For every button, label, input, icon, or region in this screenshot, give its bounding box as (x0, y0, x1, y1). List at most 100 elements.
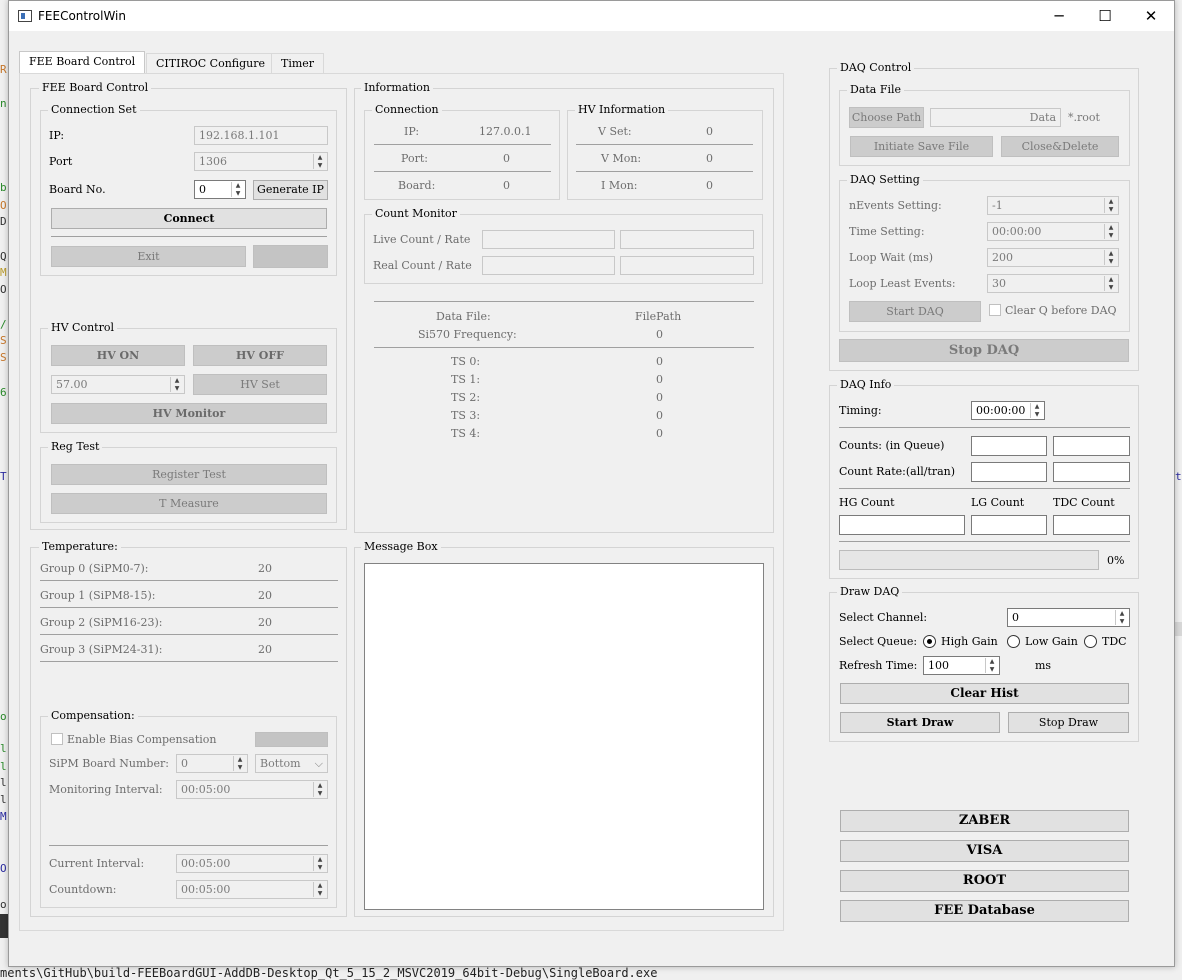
tdc-count-field[interactable] (1053, 515, 1130, 535)
queue-tdc-label: TDC (1102, 635, 1127, 648)
start-draw-button[interactable]: Start Draw (840, 712, 1000, 733)
exit-button[interactable]: Exit (51, 246, 246, 267)
refresh-time-value: 100 (928, 659, 949, 672)
tab-timer[interactable]: Timer (271, 53, 325, 73)
timing-spin-arrows[interactable]: ▲ ▼ (1030, 403, 1043, 418)
close-button[interactable]: ✕ (1128, 1, 1174, 31)
loop-least-spin-arrows[interactable]: ▲ ▼ (1104, 276, 1117, 291)
counts-all-field[interactable] (971, 436, 1047, 456)
zaber-button[interactable]: ZABER (840, 810, 1129, 832)
port-spinbox[interactable]: 1306 ▲ ▼ (194, 152, 328, 171)
maximize-button[interactable]: ☐ (1082, 1, 1128, 31)
hg-count-field[interactable] (839, 515, 965, 535)
loop-wait-spinbox[interactable]: 200 ▲ ▼ (987, 248, 1119, 267)
hv-monitor-button[interactable]: HV Monitor (51, 403, 327, 424)
i-mon-label: I Mon: (601, 179, 638, 192)
start-daq-button[interactable]: Start DAQ (849, 301, 981, 322)
current-interval-spin-arrows[interactable]: ▲ ▼ (313, 856, 326, 871)
board-side-value: Bottom (260, 757, 301, 770)
nevents-spinbox[interactable]: -1 ▲ ▼ (987, 196, 1119, 215)
port-spin-arrows[interactable]: ▲ ▼ (313, 154, 326, 169)
loop-least-spinbox[interactable]: 30 ▲ ▼ (987, 274, 1119, 293)
monitoring-spin-arrows[interactable]: ▲ ▼ (313, 782, 326, 797)
daq-info-divider-3 (839, 541, 1130, 542)
select-channel-spinbox[interactable]: 0 ▲ ▼ (1007, 608, 1130, 627)
window-title: FEEControlWin (38, 9, 126, 23)
hv-value-spinbox[interactable]: 57.00 ▲ ▼ (51, 375, 185, 394)
ts0-value: 0 (656, 355, 663, 368)
v-set-label: V Set: (598, 125, 632, 138)
counts-tran-field[interactable] (1053, 436, 1130, 456)
countdown-spinbox[interactable]: 00:05:00 ▲ ▼ (176, 880, 328, 899)
minimize-button[interactable]: ─ (1036, 1, 1082, 31)
enable-bias-checkbox[interactable] (51, 733, 63, 745)
timing-value: 00:00:00 (976, 404, 1026, 417)
clear-hist-button[interactable]: Clear Hist (840, 683, 1129, 704)
bg-char: l (0, 776, 7, 789)
count-rate-label: Count Rate:(all/tran) (839, 465, 956, 478)
sipm-board-spin-arrows[interactable]: ▲ ▼ (233, 756, 246, 771)
visa-button[interactable]: VISA (840, 840, 1129, 862)
fee-database-button[interactable]: FEE Database (840, 900, 1129, 922)
live-count-field[interactable] (482, 230, 615, 249)
monitoring-interval-spinbox[interactable]: 00:05:00 ▲ ▼ (176, 780, 328, 799)
clear-q-checkbox[interactable] (989, 304, 1001, 316)
refresh-time-spin-arrows[interactable]: ▲ ▼ (985, 658, 998, 673)
hv-on-button[interactable]: HV ON (51, 345, 185, 366)
timing-spinbox[interactable]: 00:00:00 ▲ ▼ (971, 401, 1045, 420)
real-count-field[interactable] (482, 256, 615, 275)
board-side-select[interactable]: Bottom ⌵ (255, 754, 328, 773)
info-divider-mid (374, 347, 754, 348)
queue-low-gain-radio[interactable] (1007, 635, 1020, 648)
board-number-spinbox[interactable]: 0 ▲ ▼ (194, 180, 246, 199)
sipm-board-number-spinbox[interactable]: 0 ▲ ▼ (176, 754, 248, 773)
register-test-button[interactable]: Register Test (51, 464, 327, 485)
lg-count-field[interactable] (971, 515, 1047, 535)
hv-off-button[interactable]: HV OFF (193, 345, 327, 366)
bg-char: Q (0, 250, 7, 263)
message-box-text[interactable] (364, 563, 764, 910)
loop-wait-spin-arrows[interactable]: ▲ ▼ (1104, 250, 1117, 265)
nevents-value: -1 (992, 199, 1003, 212)
nevents-spin-arrows[interactable]: ▲ ▼ (1104, 198, 1117, 213)
hv-info-group: HV Information (567, 103, 763, 200)
tab-citiroc-configure[interactable]: CITIROC Configure (146, 53, 276, 73)
live-rate-field[interactable] (620, 230, 754, 249)
time-setting-label: Time Setting: (849, 225, 925, 238)
current-interval-spinbox[interactable]: 00:05:00 ▲ ▼ (176, 854, 328, 873)
count-rate-all-field[interactable] (971, 462, 1047, 482)
generate-ip-button[interactable]: Generate IP (253, 180, 328, 200)
select-channel-spin-arrows[interactable]: ▲ ▼ (1115, 610, 1128, 625)
refresh-time-spinbox[interactable]: 100 ▲ ▼ (923, 656, 1000, 675)
bg-char: O (0, 199, 7, 212)
chevron-down-icon: ⌵ (314, 757, 323, 770)
monitoring-interval-value: 00:05:00 (181, 783, 231, 796)
tab-fee-board-control[interactable]: FEE Board Control (19, 51, 146, 74)
queue-tdc-radio[interactable] (1084, 635, 1097, 648)
time-setting-spinbox[interactable]: 00:00:00 ▲ ▼ (987, 222, 1119, 241)
board-number-spin-arrows[interactable]: ▲ ▼ (231, 182, 244, 197)
connect-button[interactable]: Connect (51, 208, 327, 229)
file-name-field[interactable]: Data (930, 108, 1061, 127)
draw-daq-title: Draw DAQ (837, 585, 903, 598)
close-delete-button[interactable]: Close&Delete (1001, 136, 1119, 157)
sipm-board-number-label: SiPM Board Number: (49, 757, 169, 770)
stop-daq-button[interactable]: Stop DAQ (839, 339, 1129, 362)
queue-high-gain-radio[interactable] (923, 635, 936, 648)
time-setting-spin-arrows[interactable]: ▲ ▼ (1104, 224, 1117, 239)
choose-path-button[interactable]: Choose Path (849, 107, 924, 128)
countdown-spin-arrows[interactable]: ▲ ▼ (313, 882, 326, 897)
reg-test-title: Reg Test (48, 440, 103, 453)
real-rate-field[interactable] (620, 256, 754, 275)
info-ip-label: IP: (404, 125, 420, 138)
t-measure-button[interactable]: T Measure (51, 493, 327, 514)
hv-set-button[interactable]: HV Set (193, 374, 327, 395)
ip-field[interactable]: 192.168.1.101 (194, 126, 328, 145)
bg-char: R (0, 63, 7, 76)
count-rate-tran-field[interactable] (1053, 462, 1130, 482)
stop-draw-button[interactable]: Stop Draw (1008, 712, 1129, 733)
initiate-save-file-button[interactable]: Initiate Save File (850, 136, 993, 157)
root-button[interactable]: ROOT (840, 870, 1129, 892)
timing-label: Timing: (839, 404, 882, 417)
hv-value-spin-arrows[interactable]: ▲ ▼ (170, 377, 183, 392)
